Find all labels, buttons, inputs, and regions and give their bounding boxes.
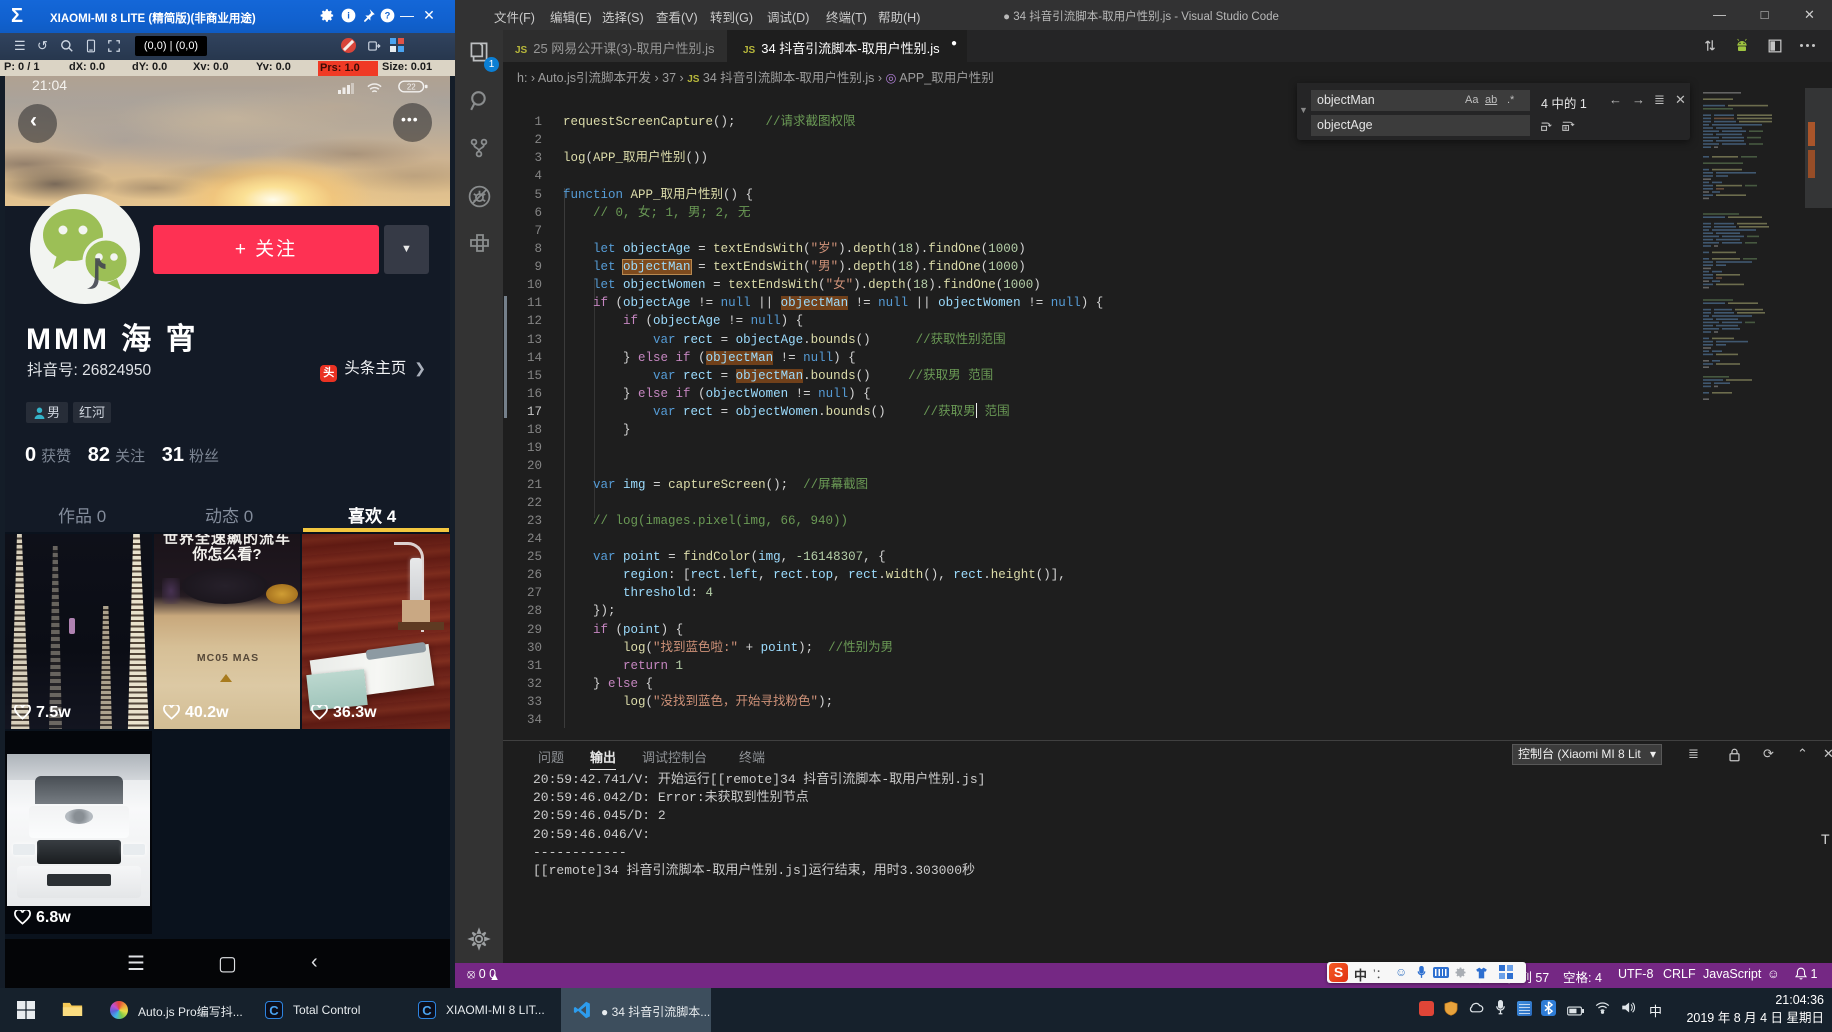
- svg-text:i: i: [347, 11, 350, 21]
- svg-text:?: ?: [384, 11, 390, 21]
- svg-text:22: 22: [407, 83, 416, 92]
